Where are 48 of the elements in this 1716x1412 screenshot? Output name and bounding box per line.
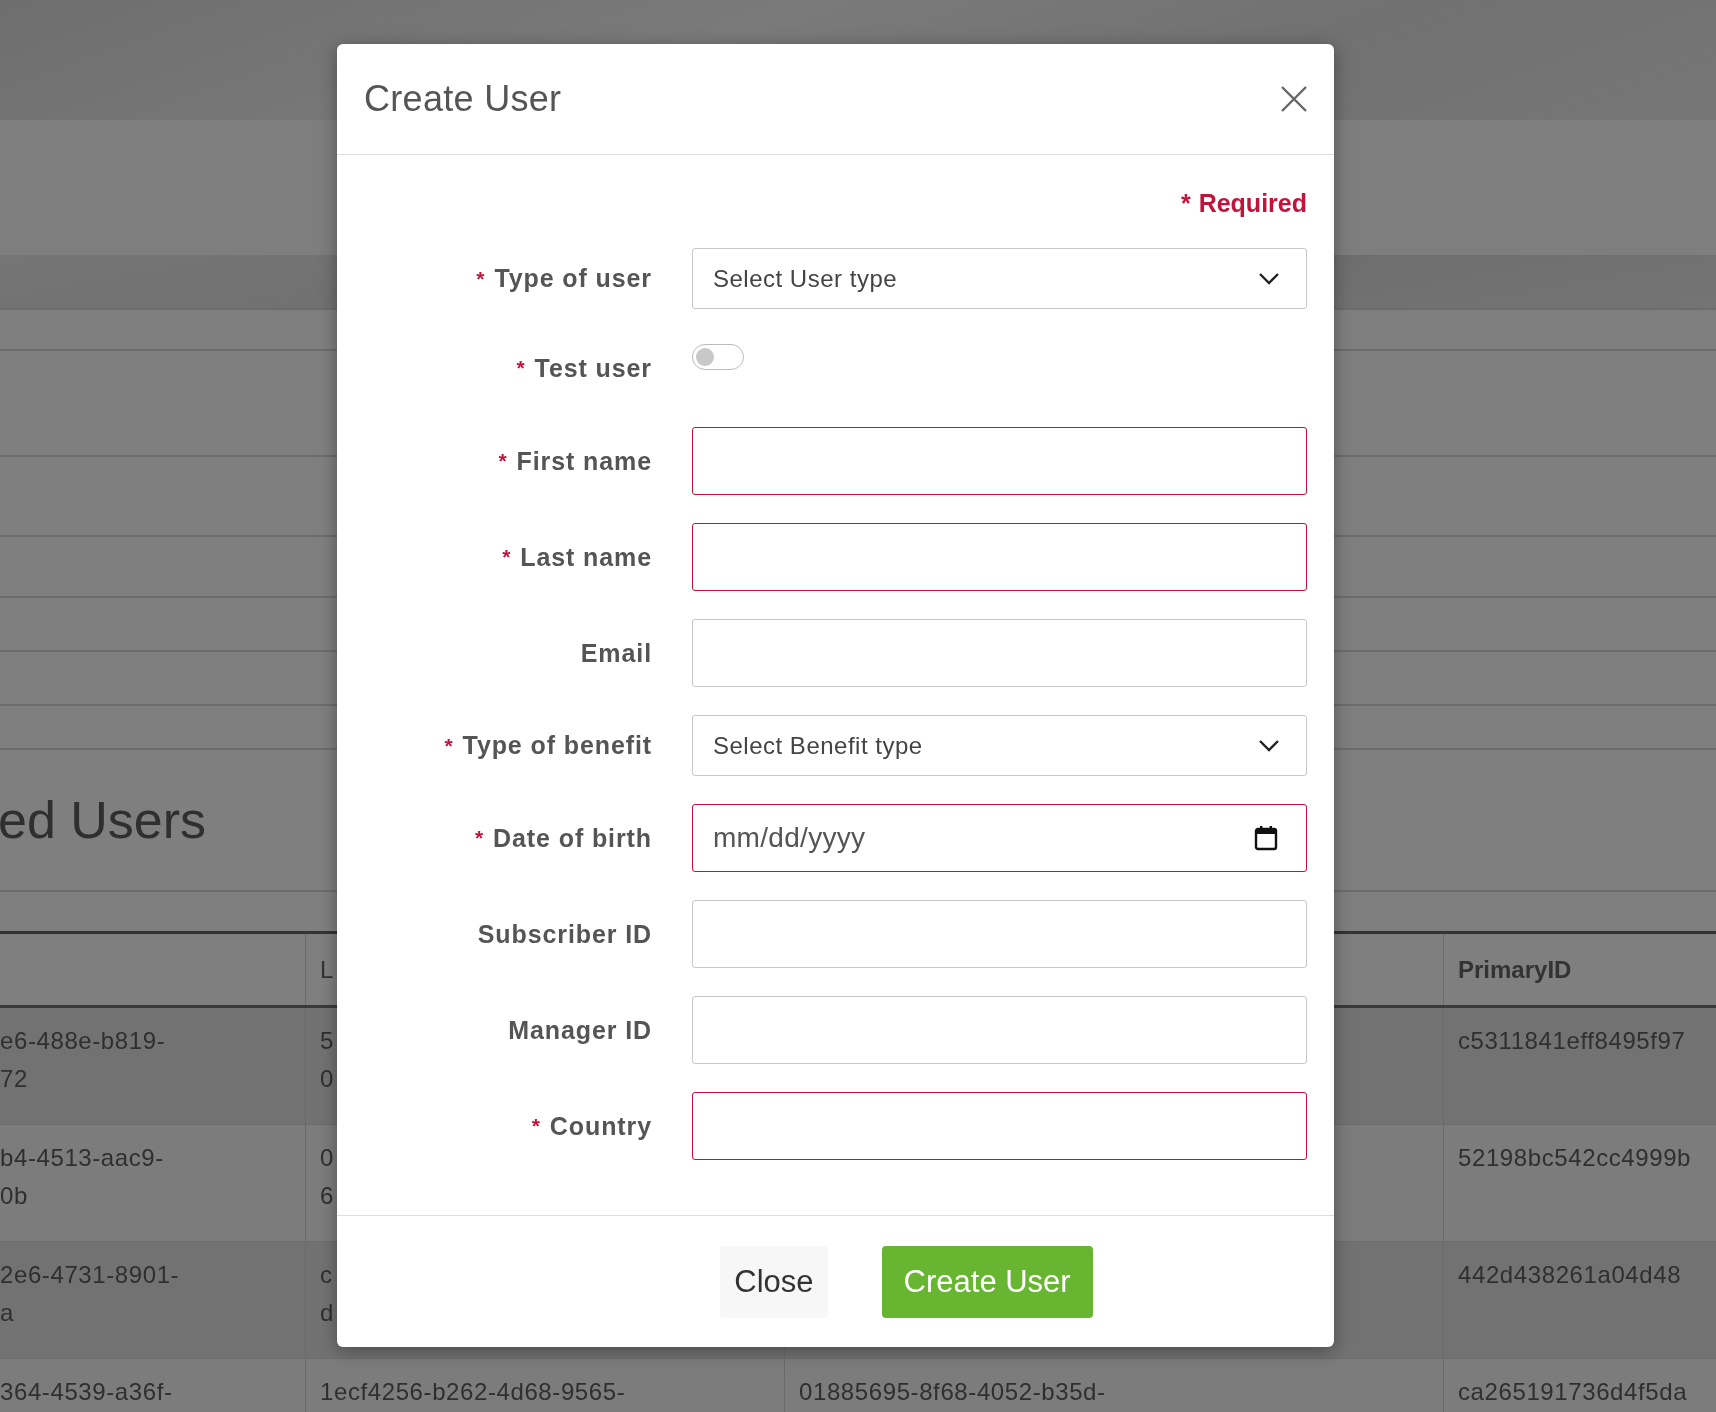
- field-label: Email: [580, 638, 652, 668]
- date-field[interactable]: mm/dd/yyyy: [692, 804, 1307, 872]
- required-mark: *: [531, 1114, 541, 1138]
- field-label: Type of user: [494, 264, 652, 293]
- dropdown[interactable]: Select User type: [692, 248, 1307, 309]
- field-label: First name: [516, 446, 652, 476]
- required-mark: *: [498, 449, 508, 473]
- required-mark: *: [1180, 188, 1191, 218]
- field-label: Country: [549, 1111, 652, 1141]
- calendar-icon[interactable]: [1254, 825, 1278, 851]
- required-mark: *: [475, 826, 485, 850]
- required-mark: *: [444, 733, 454, 758]
- close-icon[interactable]: [1280, 85, 1308, 113]
- table-cell: 1ecf4256-b262-4d68-9565-: [320, 1378, 626, 1405]
- field-label: Test user: [534, 353, 652, 383]
- column-header: PrimaryID: [1458, 955, 1572, 984]
- table-cell: 442d438261a04d48: [1458, 1261, 1682, 1288]
- table-cell: c d: [320, 1261, 334, 1326]
- table-cell: 364-4539-a36f-: [0, 1378, 173, 1405]
- chevron-down-icon: [1258, 738, 1280, 753]
- toggle-switch[interactable]: [692, 344, 744, 370]
- table-cell: 01885695-8f68-4052-b35d-: [799, 1378, 1106, 1405]
- required-note: Required: [1198, 188, 1307, 218]
- chevron-down-icon: [1258, 271, 1280, 286]
- input-field[interactable]: [692, 427, 1307, 495]
- dropdown[interactable]: Select Benefit type: [692, 715, 1307, 776]
- column-header: L: [320, 955, 334, 984]
- field-label: Manager ID: [508, 1015, 652, 1045]
- table-cell: e6-488e-b819- 72: [0, 1027, 166, 1092]
- required-mark: *: [502, 545, 512, 569]
- field-label: Date of birth: [493, 823, 652, 853]
- field-label: Subscriber ID: [477, 919, 652, 949]
- table-cell: 2e6-4731-8901- a: [0, 1261, 180, 1326]
- field-label: Last name: [520, 542, 652, 572]
- table-cell: ca265191736d4f5da: [1458, 1378, 1688, 1405]
- table-cell: 0 6: [320, 1144, 334, 1209]
- table-cell: b4-4513-aac9- 0b: [0, 1144, 164, 1209]
- close-button[interactable]: Close: [720, 1245, 828, 1318]
- required-mark: *: [516, 356, 526, 380]
- section-heading: ed Users: [0, 790, 207, 850]
- input-field[interactable]: [692, 523, 1307, 591]
- input-field[interactable]: [692, 1092, 1307, 1160]
- dialog-title: Create User: [364, 78, 562, 120]
- table-cell: c5311841eff8495f97: [1458, 1027, 1686, 1054]
- field-label: Type of benefit: [462, 731, 652, 760]
- table-cell: 5 0: [320, 1027, 334, 1092]
- required-mark: *: [476, 266, 486, 291]
- table-cell: 52198bc542cc4999b: [1458, 1144, 1692, 1171]
